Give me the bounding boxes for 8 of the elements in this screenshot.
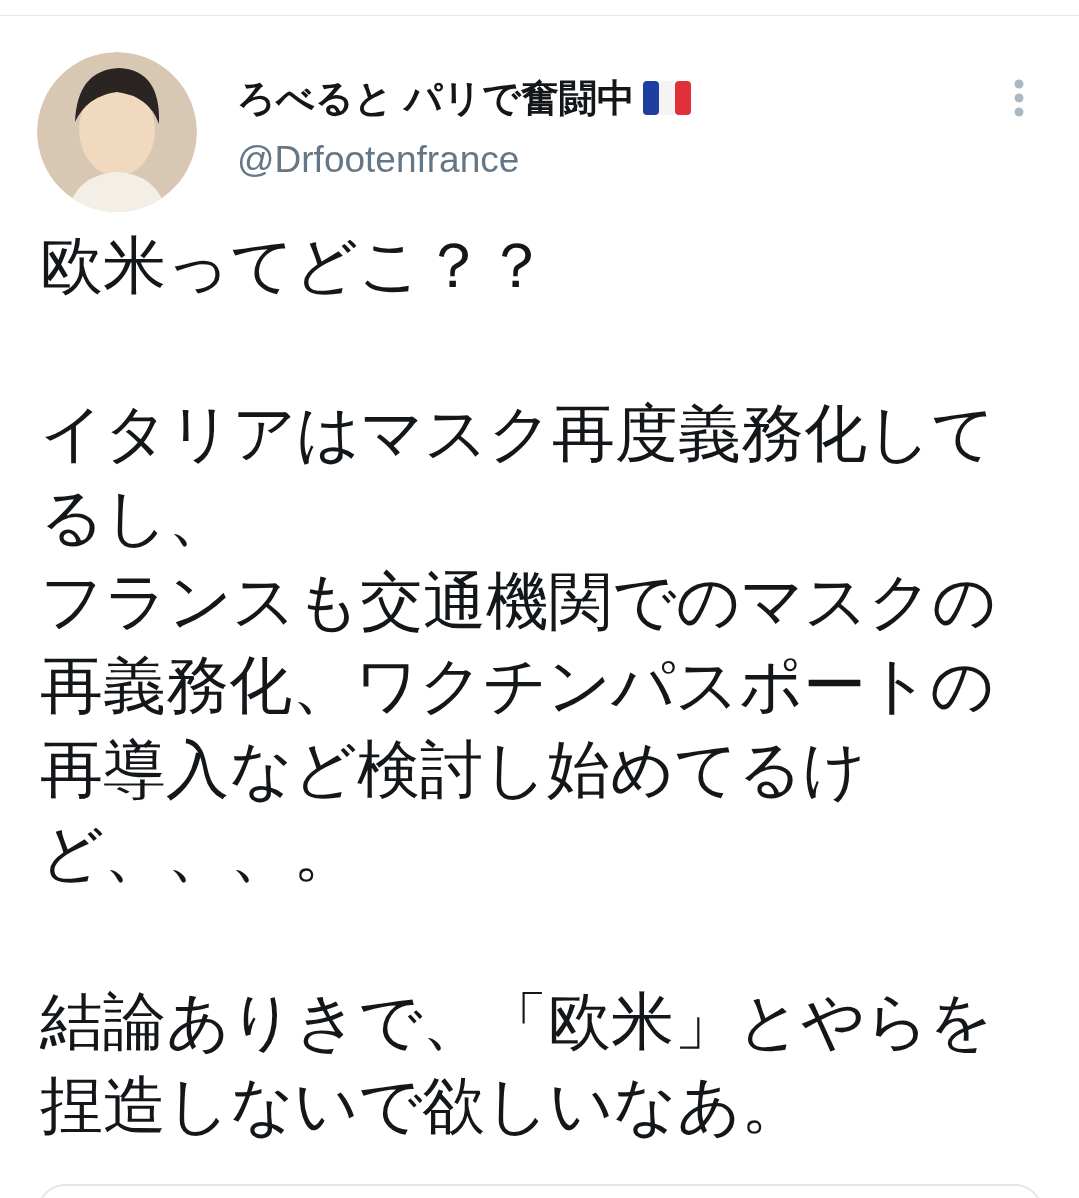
flag-icon [642, 81, 691, 115]
tweet-text: イタリアはマスク再度義務化してるし、 [40, 397, 996, 554]
user-name[interactable]: ろべると パリで奮闘中 [237, 74, 635, 122]
user-handle[interactable]: @Drfootenfrance [237, 136, 1013, 184]
more-options-icon[interactable] [1013, 78, 1025, 118]
tweet-text: フランスも交通機関でのマスクの再義務化、ワクチンパスポートの再導入など検討し始めてるけど、、、。 [40, 565, 997, 890]
tweet-text: 結論ありきで、「欧米」とやらを捏造しないで欲しいなあ。 [40, 985, 994, 1142]
tweet-text: 欧米ってどこ？？ [40, 229, 549, 302]
